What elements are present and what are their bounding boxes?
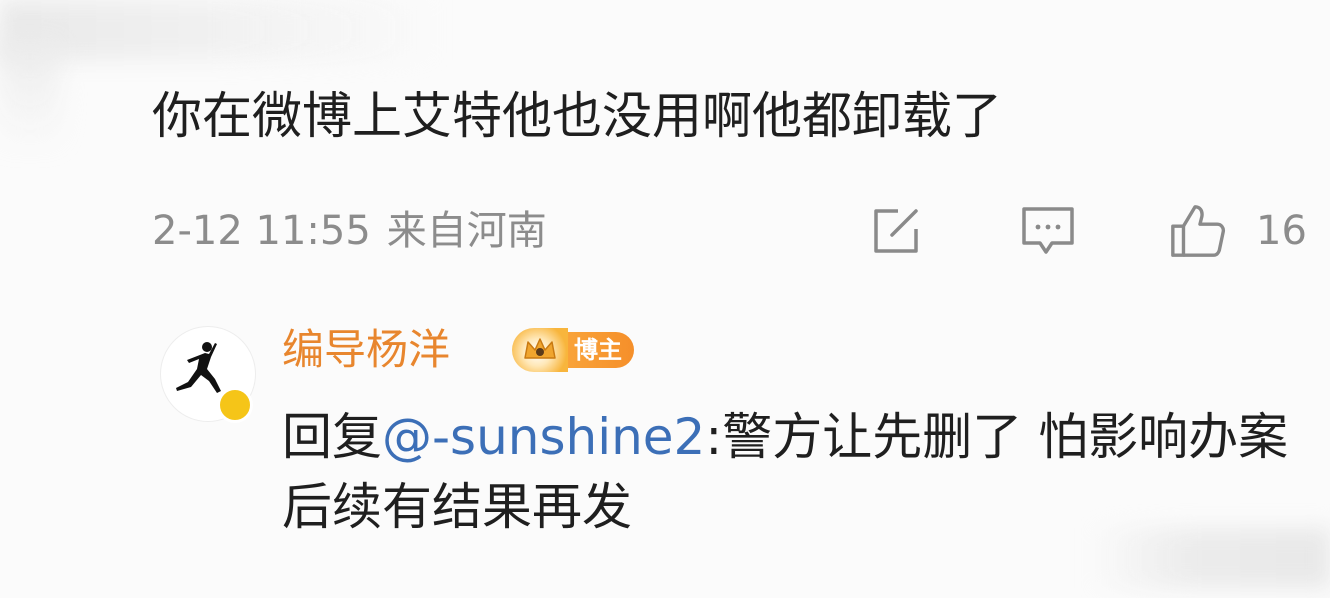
- blogger-badge: 博主: [512, 328, 634, 372]
- comment-location: 来自河南: [386, 208, 547, 254]
- thumbs-up-icon: [1171, 205, 1226, 257]
- badge-label: 博主: [568, 332, 634, 368]
- reply-prefix: 回复: [282, 408, 382, 466]
- verified-badge-icon: [217, 387, 253, 423]
- weibo-comment-screenshot: 你在微博上艾特他也没用啊他都卸载了 2-12 11:55 来自河南 16 编导杨…: [0, 0, 1330, 598]
- comment-meta: 2-12 11:55 来自河南: [152, 206, 547, 256]
- blurred-left-edge: [0, 40, 60, 150]
- comment-date: 2-12 11:55: [152, 208, 371, 254]
- jumpman-logo-icon: [176, 342, 221, 393]
- comment-text: 你在微博上艾特他也没用啊他都卸载了: [152, 87, 1002, 145]
- reply-mention[interactable]: @-sunshine2: [382, 408, 705, 466]
- comment-icon: [1022, 207, 1074, 254]
- crown-icon: [512, 328, 568, 372]
- blurred-header: [0, 0, 440, 60]
- blurred-footer: [1090, 528, 1330, 588]
- like-count: 16: [1256, 208, 1307, 254]
- avatar[interactable]: [160, 326, 256, 423]
- comment-button[interactable]: [1018, 200, 1078, 262]
- share-icon: [874, 209, 918, 253]
- like-button[interactable]: [1168, 200, 1228, 262]
- reply-body: 回复@-sunshine2:警方让先删了 怕影响办案 后续有结果再发: [282, 402, 1312, 542]
- reply-username[interactable]: 编导杨洋: [282, 320, 450, 380]
- share-button[interactable]: [866, 200, 926, 262]
